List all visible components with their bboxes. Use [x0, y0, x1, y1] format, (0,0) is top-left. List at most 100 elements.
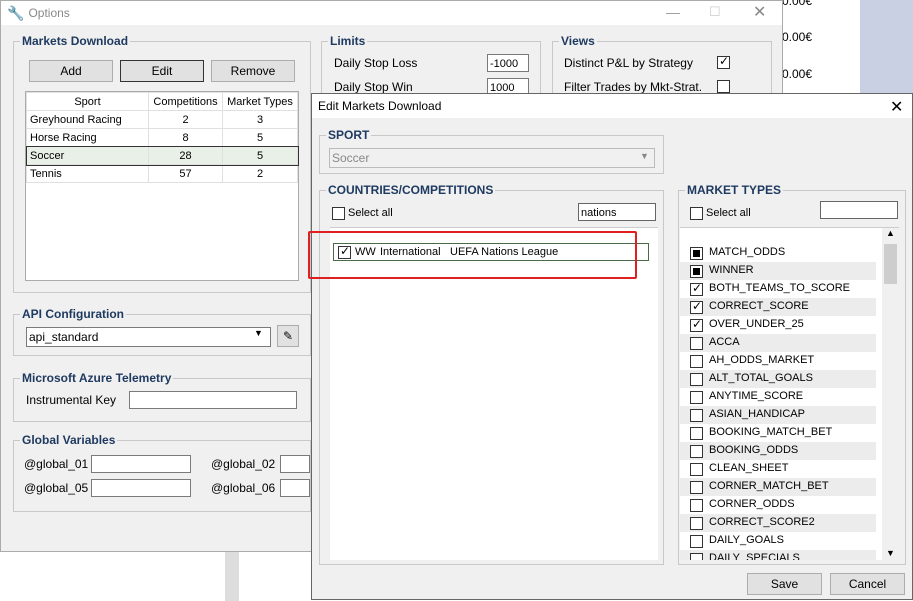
edit-button[interactable]: Edit: [120, 60, 204, 82]
scroll-up-icon[interactable]: ▲: [886, 228, 895, 238]
daily-stop-loss-input[interactable]: -1000: [487, 54, 529, 72]
markets-download-title: Markets Download: [20, 34, 131, 48]
market-type-checkbox[interactable]: [690, 553, 703, 560]
background-cell: 0.00€: [782, 67, 813, 81]
market-type-checkbox[interactable]: [690, 535, 703, 548]
list-item[interactable]: WINNER: [680, 262, 876, 280]
options-titlebar: 🔧 Options — ☐ ✕: [1, 1, 782, 25]
add-button[interactable]: Add: [29, 60, 113, 82]
list-item[interactable]: AH_ODDS_MARKET: [680, 352, 876, 370]
market-type-checkbox[interactable]: [690, 247, 703, 260]
market-type-checkbox[interactable]: [690, 517, 703, 530]
market-type-checkbox[interactable]: [690, 281, 703, 296]
list-item[interactable]: CORRECT_SCORE2: [680, 514, 876, 532]
market-type-checkbox[interactable]: [690, 317, 703, 332]
market-types-select-all-checkbox[interactable]: [690, 207, 703, 220]
table-row[interactable]: Horse Racing 8 5: [26, 128, 298, 147]
list-item[interactable]: CORRECT_SCORE: [680, 298, 876, 316]
table-row-selected[interactable]: Soccer 28 5: [25, 145, 299, 166]
daily-stop-win-label: Daily Stop Win: [334, 80, 413, 94]
market-type-checkbox[interactable]: [690, 373, 703, 386]
market-type-checkbox[interactable]: [690, 299, 703, 314]
column-header-competitions[interactable]: Competitions: [148, 92, 223, 111]
list-item[interactable]: ASIAN_HANDICAP: [680, 406, 876, 424]
market-type-label: CORRECT_SCORE2: [709, 516, 815, 528]
pencil-icon: ✎: [282, 329, 294, 343]
scrollbar[interactable]: ▲ ▼: [882, 228, 899, 560]
global-01-input[interactable]: [91, 455, 191, 473]
list-item[interactable]: CORNER_ODDS: [680, 496, 876, 514]
market-types-cell: 5: [222, 128, 298, 147]
distinct-pl-checkbox[interactable]: [717, 54, 730, 69]
market-type-checkbox[interactable]: [690, 445, 703, 458]
market-types-select-all-label: Select all: [706, 207, 751, 219]
market-types-filter-input[interactable]: [820, 201, 898, 219]
table-row[interactable]: Tennis 57 2: [26, 164, 298, 183]
markets-table-container: Sport Competitions Market Types Greyhoun…: [25, 91, 299, 281]
daily-stop-loss-label: Daily Stop Loss: [334, 56, 418, 70]
list-item[interactable]: DAILY_SPECIALS: [680, 550, 876, 560]
market-types-group: MARKET TYPES Select all MATCH_ODDS WINNER…: [678, 183, 906, 565]
market-type-checkbox[interactable]: [690, 337, 703, 350]
market-type-checkbox[interactable]: [690, 427, 703, 440]
list-item[interactable]: DAILY_GOALS: [680, 532, 876, 550]
scroll-down-icon[interactable]: ▼: [886, 548, 895, 558]
minimize-icon[interactable]: —: [666, 4, 680, 20]
list-item[interactable]: BOOKING_MATCH_BET: [680, 424, 876, 442]
scrollbar-thumb[interactable]: [884, 244, 897, 284]
market-type-checkbox[interactable]: [690, 463, 703, 476]
api-select[interactable]: api_standard: [26, 327, 271, 347]
list-item[interactable]: ANYTIME_SCORE: [680, 388, 876, 406]
market-type-checkbox[interactable]: [690, 265, 703, 278]
edit-markets-dialog: Edit Markets Download ✕ SPORT Soccer ▼ C…: [308, 93, 913, 600]
countries-filter-input[interactable]: nations: [578, 203, 656, 221]
instrumental-key-input[interactable]: [129, 391, 297, 409]
market-type-checkbox[interactable]: [690, 409, 703, 422]
countries-select-all-checkbox[interactable]: [332, 207, 345, 220]
column-header-market-types[interactable]: Market Types: [222, 92, 298, 111]
edit-pencil-button[interactable]: ✎: [277, 325, 299, 347]
market-type-label: OVER_UNDER_25: [709, 318, 804, 330]
cancel-button[interactable]: Cancel: [830, 573, 905, 595]
filter-trades-checkbox[interactable]: [717, 80, 730, 93]
views-title: Views: [559, 34, 597, 48]
table-row[interactable]: Greyhound Racing 2 3: [26, 110, 298, 129]
sport-cell: Soccer: [26, 146, 149, 165]
market-type-label: CORRECT_SCORE: [709, 300, 809, 312]
close-icon[interactable]: ✕: [753, 2, 766, 22]
market-type-checkbox[interactable]: [690, 355, 703, 368]
remove-button[interactable]: Remove: [211, 60, 295, 82]
list-item[interactable]: CORNER_MATCH_BET: [680, 478, 876, 496]
save-button[interactable]: Save: [747, 573, 822, 595]
list-item[interactable]: CLEAN_SHEET: [680, 460, 876, 478]
market-type-checkbox[interactable]: [690, 391, 703, 404]
chevron-down-icon[interactable]: ▼: [640, 151, 649, 161]
close-icon[interactable]: ✕: [890, 97, 903, 117]
list-item[interactable]: ACCA: [680, 334, 876, 352]
list-item[interactable]: BOOKING_ODDS: [680, 442, 876, 460]
instrumental-key-label: Instrumental Key: [26, 393, 117, 407]
list-item[interactable]: BOTH_TEAMS_TO_SCORE: [680, 280, 876, 298]
global-02-input[interactable]: [280, 455, 310, 473]
global-01-label: @global_01: [24, 457, 89, 471]
market-type-checkbox[interactable]: [690, 481, 703, 494]
market-type-label: ALT_TOTAL_GOALS: [709, 372, 813, 384]
market-type-label: ACCA: [709, 336, 740, 348]
maximize-icon[interactable]: ☐: [709, 4, 721, 20]
sport-select[interactable]: Soccer: [329, 148, 655, 168]
column-header-sport[interactable]: Sport: [26, 92, 149, 111]
global-06-input[interactable]: [280, 479, 310, 497]
market-type-checkbox[interactable]: [690, 499, 703, 512]
list-item[interactable]: ALT_TOTAL_GOALS: [680, 370, 876, 388]
wrench-icon: 🔧: [7, 4, 25, 21]
chevron-down-icon[interactable]: ▼: [254, 328, 263, 338]
market-types-cell: 5: [222, 146, 298, 165]
list-item[interactable]: MATCH_ODDS: [680, 244, 876, 262]
api-configuration-group: API Configuration api_standard ▼ ✎: [13, 307, 311, 356]
market-types-title: MARKET TYPES: [685, 183, 784, 197]
limits-title: Limits: [328, 34, 368, 48]
market-type-label: AH_ODDS_MARKET: [709, 354, 815, 366]
list-item[interactable]: OVER_UNDER_25: [680, 316, 876, 334]
global-05-input[interactable]: [91, 479, 191, 497]
views-group: Views Distinct P&L by Strategy Filter Tr…: [552, 34, 772, 101]
